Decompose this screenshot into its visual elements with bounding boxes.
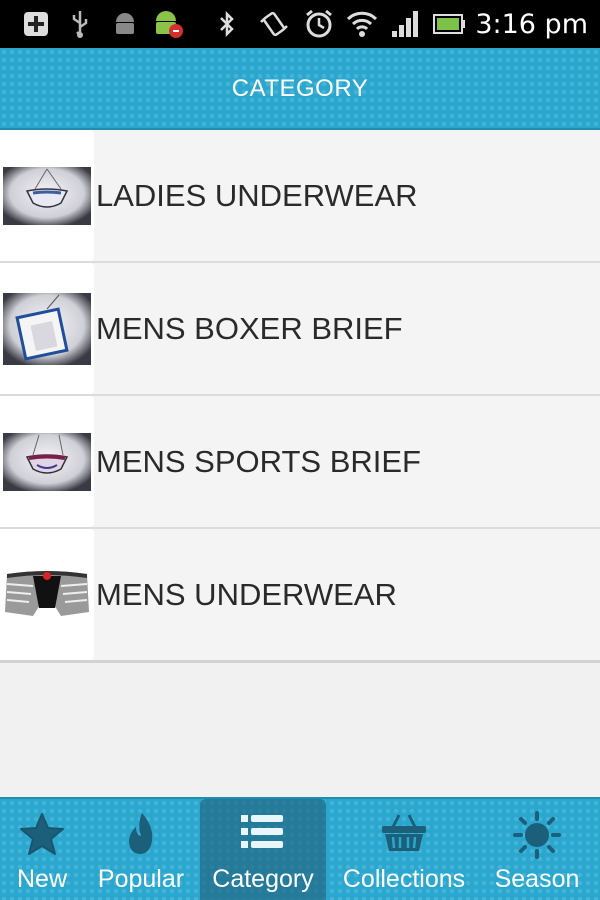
tab-season[interactable]: Season [478, 799, 596, 900]
tab-collections[interactable]: Collections [334, 799, 474, 900]
wifi-icon [345, 0, 379, 48]
tab-label: New [16, 865, 67, 893]
category-row-ladies-underwear[interactable]: LADIES UNDERWEAR [0, 130, 600, 263]
ladies-underwear-thumbnail [0, 130, 94, 261]
category-label: MENS UNDERWEAR [96, 576, 397, 612]
category-row-mens-boxer-brief[interactable]: MENS BOXER BRIEF [0, 263, 600, 396]
app-header: CATEGORY [0, 48, 600, 130]
category-list: LADIES UNDERWEAR MENS BOXER BRIEF MENS S… [0, 130, 600, 662]
tab-new[interactable]: New [0, 799, 84, 900]
category-label: MENS BOXER BRIEF [96, 310, 403, 346]
sun-icon [478, 811, 596, 859]
plus-notification-icon [22, 0, 50, 48]
mens-boxer-brief-thumbnail [0, 263, 94, 394]
status-bar: 3:16 pm [0, 0, 600, 48]
status-time: 3:16 pm [475, 8, 588, 40]
category-row-mens-sports-brief[interactable]: MENS SPORTS BRIEF [0, 396, 600, 529]
tab-label: Collections [342, 865, 466, 893]
basket-icon [334, 811, 474, 857]
tab-label: Category [212, 865, 314, 893]
vibrate-icon [258, 0, 290, 48]
alarm-icon [303, 0, 335, 48]
mens-sports-brief-thumbnail [0, 396, 94, 527]
page-title: CATEGORY [231, 75, 369, 102]
tab-category[interactable]: Category [200, 799, 326, 900]
category-label: MENS SPORTS BRIEF [96, 443, 421, 479]
list-divider [0, 660, 600, 663]
android-icon [112, 0, 138, 48]
bluetooth-icon [218, 0, 236, 48]
usb-icon [70, 0, 90, 48]
flame-icon [84, 811, 198, 857]
signal-icon [390, 0, 420, 48]
android-debug-icon [152, 0, 184, 48]
star-icon [0, 811, 84, 857]
mens-underwear-thumbnail [0, 529, 94, 660]
tab-popular[interactable]: Popular [84, 799, 198, 900]
tab-label: Season [494, 865, 580, 893]
category-label: LADIES UNDERWEAR [96, 177, 418, 213]
battery-icon [432, 0, 466, 48]
tab-label: Popular [97, 865, 185, 893]
category-row-mens-underwear[interactable]: MENS UNDERWEAR [0, 529, 600, 662]
list-icon [200, 811, 326, 857]
bottom-tab-bar: New Popular Category Collections Season [0, 797, 600, 900]
